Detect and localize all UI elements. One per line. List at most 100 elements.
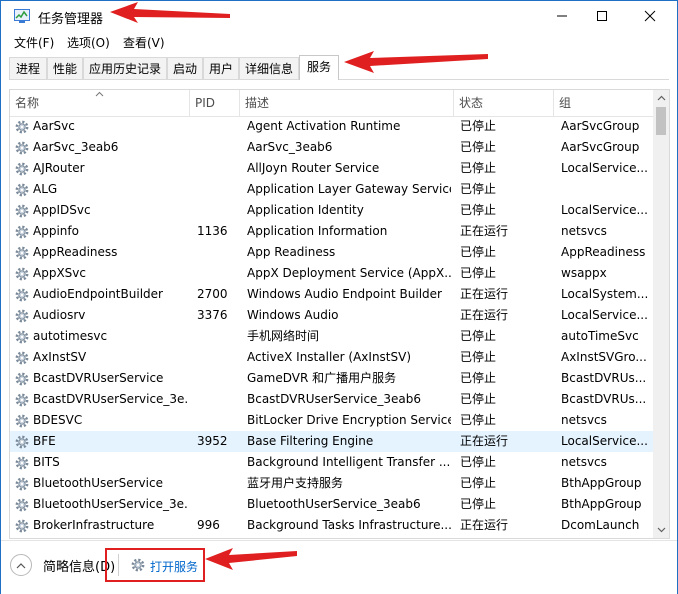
service-status: 已停止 [460, 161, 497, 175]
service-group: wsappx [561, 266, 607, 280]
services-table: 名称 PID 描述 状态 组 AarSvc Agent Activation Ru… [9, 89, 670, 539]
tab-users[interactable]: 用户 [203, 57, 239, 79]
service-description: Application Information [247, 224, 388, 238]
service-gear-icon [15, 456, 29, 470]
table-row[interactable]: AarSvc Agent Activation Runtime 已停止 AarSvcG… [10, 116, 654, 137]
scroll-up-button[interactable] [653, 90, 669, 106]
table-row[interactable]: AJRouter AllJoyn Router Service 已停止 LocalSe… [10, 158, 654, 179]
table-row[interactable]: Appinfo 1136 Application Information 正在运行 ne… [10, 221, 654, 242]
table-row[interactable]: BrokerInfrastructure 996 Background Tasks … [10, 515, 654, 536]
service-status: 已停止 [460, 497, 497, 511]
open-services-label: 打开服务 [150, 560, 199, 574]
service-gear-icon [15, 162, 29, 176]
open-services-link[interactable]: 打开服务 [105, 548, 205, 582]
tab-details[interactable]: 详细信息 [239, 57, 299, 79]
service-gear-icon [15, 435, 29, 449]
service-name: Audiosrv [33, 308, 86, 322]
table-row[interactable]: AarSvc_3eab6 AarSvc_3eab6 已停止 AarSvcGroup [10, 137, 654, 158]
table-row[interactable]: BITS Background Intelligent Transfer ... 已… [10, 452, 654, 473]
service-description: BcastDVRUserService_3eab6 [247, 392, 422, 406]
column-header-pid[interactable]: PID [190, 90, 240, 116]
table-row[interactable]: BDESVC BitLocker Drive Encryption Service… [10, 410, 654, 431]
table-row[interactable]: AppReadiness App Readiness 已停止 AppReadiness [10, 242, 654, 263]
service-description: 手机网络时间 [247, 329, 320, 343]
service-group: LocalSystem... [561, 287, 649, 301]
fewer-details-toggle[interactable] [10, 554, 32, 576]
close-button[interactable] [627, 1, 673, 31]
menu-options[interactable]: 选项(O) [67, 34, 110, 51]
service-description: Application Identity [247, 203, 364, 217]
service-pid [197, 347, 239, 368]
service-group: netsvcs [561, 455, 607, 469]
chevron-up-icon [16, 562, 26, 568]
tab-performance[interactable]: 性能 [47, 57, 83, 79]
service-name: BrokerInfrastructure [33, 518, 155, 532]
scrollbar-thumb[interactable] [656, 107, 666, 135]
table-row[interactable]: AudioEndpointBuilder 2700 Windows Audio En… [10, 284, 654, 305]
tab-processes[interactable]: 进程 [9, 57, 47, 79]
table-row[interactable]: BcastDVRUserService GameDVR 和广播用户服务 已停止 Bca… [10, 368, 654, 389]
tab-bar: 进程 性能 应用历史记录 启动 用户 详细信息 服务 [9, 55, 669, 80]
service-pid [197, 473, 239, 494]
service-name: AppIDSvc [33, 203, 91, 217]
table-row[interactable]: BFE 3952 Base Filtering Engine 正在运行 LocalSer… [10, 431, 654, 452]
service-group: AppReadiness [561, 245, 646, 259]
column-header-name[interactable]: 名称 [10, 90, 190, 116]
service-group: AarSvcGroup [561, 119, 640, 133]
table-row[interactable]: BluetoothUserService 蓝牙用户支持服务 已停止 BthAppGro… [10, 473, 654, 494]
table-row[interactable]: autotimesvc 手机网络时间 已停止 autoTimeSvc [10, 326, 654, 347]
service-pid [197, 242, 239, 263]
service-pid [197, 158, 239, 179]
column-header-description[interactable]: 描述 [240, 90, 454, 116]
service-gear-icon [15, 414, 29, 428]
service-gear-icon [15, 330, 29, 344]
column-header-group[interactable]: 组 [554, 90, 654, 116]
table-row[interactable]: AppXSvc AppX Deployment Service (AppX... 已… [10, 263, 654, 284]
service-status: 正在运行 [460, 308, 509, 322]
service-gear-icon [15, 141, 29, 155]
service-status: 已停止 [460, 455, 497, 469]
service-status: 已停止 [460, 413, 497, 427]
service-description: AllJoyn Router Service [247, 161, 380, 175]
service-description: 蓝牙用户支持服务 [247, 476, 344, 490]
service-description: BitLocker Drive Encryption Service [247, 413, 451, 427]
service-description: GameDVR 和广播用户服务 [247, 371, 397, 385]
table-row[interactable]: BcastDVRUserService_3e... BcastDVRUserSer… [10, 389, 654, 410]
service-name: AppXSvc [33, 266, 86, 280]
maximize-icon [597, 11, 607, 21]
tab-services[interactable]: 服务 [299, 55, 339, 80]
service-description: Background Tasks Infrastructure... [247, 518, 451, 532]
service-description: Agent Activation Runtime [247, 119, 401, 133]
vertical-scrollbar[interactable] [653, 90, 669, 538]
table-row[interactable]: AxInstSV ActiveX Installer (AxInstSV) 已停止 A… [10, 347, 654, 368]
table-row[interactable]: ALG Application Layer Gateway Service 已停止 [10, 179, 654, 200]
column-header-status[interactable]: 状态 [454, 90, 554, 116]
table-row[interactable]: BluetoothUserService_3e... BluetoothUserS… [10, 494, 654, 515]
scroll-down-button[interactable] [653, 522, 669, 538]
service-status: 已停止 [460, 350, 497, 364]
close-icon [644, 10, 656, 22]
service-name: BcastDVRUserService [33, 371, 164, 385]
service-description: Application Layer Gateway Service [247, 182, 451, 196]
table-row[interactable]: AppIDSvc Application Identity 已停止 LocalServ… [10, 200, 654, 221]
service-group: BcastDVRUs... [561, 392, 647, 406]
service-pid [197, 368, 239, 389]
tab-startup[interactable]: 启动 [167, 57, 203, 79]
table-row[interactable]: Audiosrv 3376 Windows Audio 正在运行 LocalServic… [10, 305, 654, 326]
tab-app-history[interactable]: 应用历史记录 [83, 57, 167, 79]
service-group: DcomLaunch [561, 518, 640, 532]
menu-view[interactable]: 查看(V) [123, 34, 165, 51]
service-name: BluetoothUserService [33, 476, 163, 490]
chevron-up-icon [657, 95, 665, 101]
service-gear-icon [15, 225, 29, 239]
footer-bar: 简略信息(D) 打开服务 [1, 540, 677, 594]
service-pid: 2700 [197, 287, 228, 301]
service-group: autoTimeSvc [561, 329, 639, 343]
maximize-button[interactable] [579, 1, 625, 31]
menu-file[interactable]: 文件(F) [14, 34, 54, 51]
service-description: AppX Deployment Service (AppX... [247, 266, 451, 280]
service-pid [197, 179, 239, 200]
service-group: LocalService... [561, 161, 648, 175]
menu-bar: 文件(F) 选项(O) 查看(V) [1, 31, 677, 53]
service-gear-icon [15, 204, 29, 218]
